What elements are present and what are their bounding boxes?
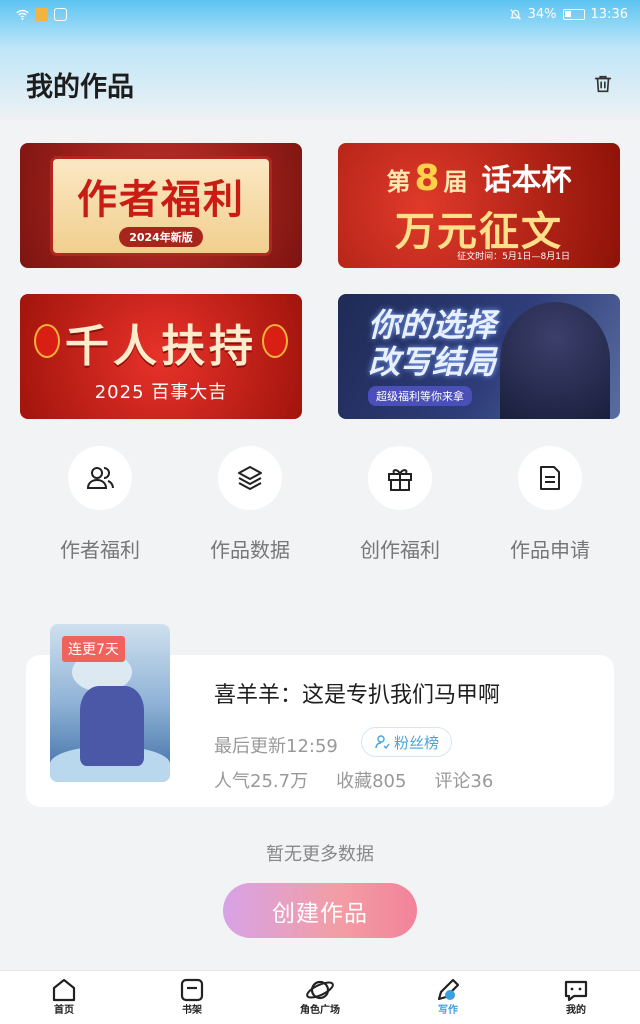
no-more-data-text: 暂无更多数据 <box>266 844 374 865</box>
mute-bell-icon <box>509 8 521 20</box>
shortcut-label: 作品数据 <box>210 538 290 562</box>
banner-title: 千人扶持 <box>65 320 257 372</box>
banner-note: 征文时间：5月1日—8月1日 <box>457 252 570 262</box>
banner-grid: 作者福利 2024年新版 第 8 届 话本杯 万元征文 征文时间：5月1日—8月… <box>20 143 620 419</box>
tab-bookshelf[interactable]: 书架 <box>128 971 256 1024</box>
banner-suffix: 届 <box>443 167 468 196</box>
users-icon <box>86 467 114 489</box>
fans-ranking-label: 粉丝榜 <box>394 733 440 752</box>
banner-title-line1: 你的选择 <box>368 305 497 344</box>
banner-contest-name: 话本杯 <box>481 162 572 198</box>
battery-icon <box>562 8 585 20</box>
banner-support[interactable]: 千人扶持 2025 百事大吉 <box>20 294 302 419</box>
gift-icon <box>388 469 412 491</box>
shortcut-work-data[interactable]: 作品数据 <box>175 446 325 563</box>
page-header: 我的作品 <box>0 56 640 112</box>
tab-character-plaza[interactable]: 角色广场 <box>256 971 384 1024</box>
shortcut-label: 创作福利 <box>360 538 440 562</box>
tab-mine[interactable]: 我的 <box>512 971 640 1024</box>
trash-icon[interactable] <box>592 73 614 95</box>
app-notification-icon <box>35 7 48 21</box>
user-icon <box>375 735 390 750</box>
popularity-stat: 人气25.7万 <box>214 771 309 792</box>
tab-writing[interactable]: 写作 <box>384 971 512 1024</box>
work-cover[interactable]: 连更7天 <box>50 624 170 782</box>
shortcut-row: 作者福利 作品数据 创作福利 作品申请 <box>25 446 625 563</box>
battery-percent: 34% <box>527 6 557 22</box>
layers-icon <box>238 466 262 490</box>
shortcut-label: 作者福利 <box>60 538 140 562</box>
banner-number: 8 <box>414 157 440 199</box>
last-update: 最后更新12:59 <box>214 736 338 757</box>
banner-your-choice[interactable]: 你的选择 改写结局 超级福利等你来拿 <box>338 294 620 419</box>
paw-notification-icon <box>54 7 67 21</box>
document-icon <box>540 466 560 490</box>
banner-author-benefits[interactable]: 作者福利 2024年新版 <box>20 143 302 268</box>
banner-subtitle: 超级福利等你来拿 <box>368 386 472 407</box>
comments-stat: 评论36 <box>434 771 494 792</box>
banner-subtitle: 2024年新版 <box>119 226 203 247</box>
lantern-left-icon <box>34 324 60 358</box>
banner-prefix: 第 <box>386 167 411 196</box>
tab-home[interactable]: 首页 <box>0 971 128 1024</box>
shortcut-creation-benefits[interactable]: 创作福利 <box>325 446 475 563</box>
wifi-icon <box>16 9 29 20</box>
banner-title: 作者福利 <box>77 176 245 223</box>
character-illustration <box>500 302 610 419</box>
banner-subtitle: 2025 百事大吉 <box>94 381 228 403</box>
shortcut-label: 作品申请 <box>510 538 590 562</box>
banner-title-line2: 改写结局 <box>368 342 497 381</box>
clock: 13:36 <box>590 6 628 22</box>
banner-essay-contest[interactable]: 第 8 届 话本杯 万元征文 征文时间：5月1日—8月1日 <box>338 143 620 268</box>
fans-ranking-button[interactable]: 粉丝榜 <box>361 727 453 757</box>
bottom-tab-bar: 首页 书架 角色广场 写作 我的 <box>0 970 640 1024</box>
shortcut-author-benefits[interactable]: 作者福利 <box>25 446 175 563</box>
lantern-right-icon <box>262 324 288 358</box>
status-bar: 34% 13:36 <box>0 0 640 28</box>
banner-scroll: 作者福利 2024年新版 <box>53 158 269 253</box>
favorites-stat: 收藏805 <box>336 771 407 792</box>
shortcut-work-application[interactable]: 作品申请 <box>475 446 625 563</box>
work-stats: 人气25.7万 收藏805 评论36 <box>214 767 493 793</box>
create-work-button[interactable]: 创建作品 <box>223 883 417 938</box>
streak-badge: 连更7天 <box>62 636 125 662</box>
page-title: 我的作品 <box>26 71 134 103</box>
work-title[interactable]: 喜羊羊：这是专扒我们马甲啊 <box>214 677 500 709</box>
banner-main-text: 万元征文 <box>395 208 563 255</box>
